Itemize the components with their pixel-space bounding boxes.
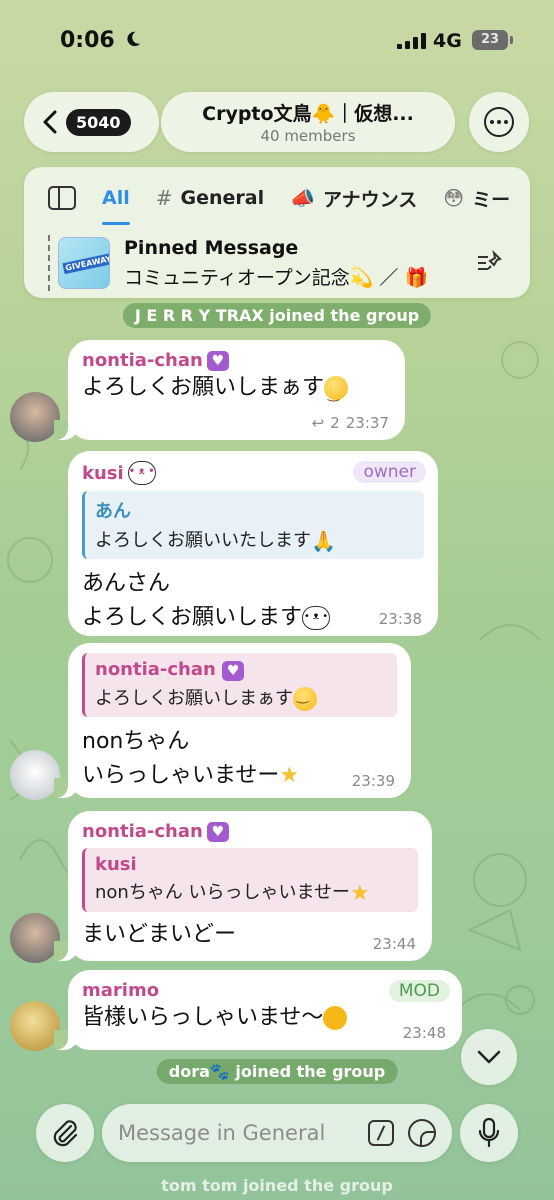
tab-label: アナウンス <box>323 188 418 211</box>
reply-quote[interactable]: あん よろしくお願いいたします🙏 <box>82 491 424 559</box>
bear-emoji-icon: • ᴥ • <box>302 606 331 630</box>
more-options-button[interactable] <box>469 92 529 152</box>
avatar[interactable] <box>10 750 60 800</box>
message-time: 23:48 <box>402 1024 446 1042</box>
mod-badge: MOD <box>388 980 450 1002</box>
chat-title-pill[interactable]: Crypto文鳥🐥｜仮想... 40 members <box>161 92 455 152</box>
paperclip-icon <box>53 1120 78 1147</box>
smile-emoji-icon <box>324 376 349 411</box>
heart-icon: ♥ <box>206 350 229 371</box>
pinned-text: コミュニティオープン記念💫 ／ 🎁 <box>124 267 429 289</box>
tab-announce[interactable]: 📣 アナウンス <box>290 167 417 229</box>
reply-sender: nontia-chan ♥ <box>95 659 387 681</box>
battery-tip <box>510 36 513 44</box>
pinned-message-bar[interactable]: GIVEAWAY Pinned Message コミュニティオープン記念💫 ／ … <box>24 229 530 298</box>
scroll-down-button[interactable] <box>461 1029 517 1085</box>
topics-sidebar-icon[interactable] <box>48 186 76 210</box>
message-text: よろしくお願いしまぁす <box>82 371 391 411</box>
microphone-button[interactable] <box>460 1104 518 1162</box>
reply-arrow-icon: ↩ <box>311 414 325 432</box>
pinned-list-icon[interactable] <box>476 249 504 277</box>
avatar[interactable] <box>10 913 60 963</box>
star-emoji-icon: ★ <box>350 880 370 906</box>
unread-count-badge: 5040 <box>66 108 131 136</box>
topic-tabs: All # General 📣 アナウンス 😳 ミー <box>24 167 530 229</box>
avatar[interactable] <box>10 392 60 442</box>
hash-icon: # <box>155 186 173 210</box>
sticker-icon[interactable] <box>408 1119 436 1147</box>
reply-sender: あん <box>95 501 131 522</box>
owner-badge: owner <box>353 461 426 483</box>
avatar[interactable] <box>10 1001 60 1051</box>
heart-icon: ♥ <box>206 821 229 842</box>
message-text: いらっしゃいませー★ <box>82 759 397 793</box>
smile-emoji-icon <box>293 687 317 711</box>
back-button[interactable]: 5040 <box>24 92 159 152</box>
sender-name[interactable]: nontia-chan ♥ <box>82 350 391 371</box>
commands-icon[interactable] <box>368 1120 394 1146</box>
reply-quote[interactable]: kusi nonちゃん いらっしゃいませー★ <box>82 848 418 912</box>
service-message-joined: dora🐾 joined the group <box>156 1059 398 1084</box>
pinned-thumbnail: GIVEAWAY <box>58 237 110 289</box>
tab-general[interactable]: # General <box>156 167 264 229</box>
hug-emoji-icon <box>323 1006 348 1030</box>
message-input[interactable] <box>118 1114 358 1152</box>
tab-mi[interactable]: 😳 ミー <box>443 167 510 229</box>
message-text: 皆様いらっしゃいませ〜 <box>82 1001 448 1035</box>
pinned-indicator <box>48 235 50 291</box>
message-time: 23:44 <box>372 935 416 953</box>
tab-label: ミー <box>472 188 511 211</box>
message-bubble[interactable]: nontia-chan♥ よろしくお願いしまぁす ↩ 2 23:37 <box>54 340 405 440</box>
topics-card: All # General 📣 アナウンス 😳 ミー GIVEAWAY Pinn… <box>24 167 530 298</box>
message-meta: ↩ 2 23:37 <box>312 414 389 432</box>
network-label: 4G <box>433 30 462 52</box>
status-time: 0:06 <box>60 28 115 53</box>
reply-sender: kusi <box>95 854 137 875</box>
reply-text: よろしくお願いしまぁす <box>95 684 387 711</box>
signal-icon <box>397 33 426 49</box>
tab-label: General <box>180 187 265 209</box>
message-bubble[interactable]: marimo MOD 皆様いらっしゃいませ〜 23:48 <box>54 970 462 1050</box>
tab-label: All <box>102 187 130 209</box>
message-input-pill <box>102 1104 452 1162</box>
service-message-joined: J E R R Y TRAX joined the group <box>122 303 432 328</box>
message-text: あんさん <box>82 571 171 596</box>
message-bubble[interactable]: nontia-chan ♥ kusi nonちゃん いらっしゃいませー★ まいどま… <box>54 811 432 961</box>
reply-text: nonちゃん いらっしゃいませー★ <box>95 880 370 906</box>
star-emoji-icon: ★ <box>279 763 300 788</box>
chevron-left-icon <box>43 110 57 134</box>
message-bubble[interactable]: kusi • ᴥ • owner あん よろしくお願いいたします🙏 あんさん よろ… <box>68 451 438 636</box>
microphone-icon <box>478 1117 500 1148</box>
message-text: まいどまいどー <box>82 921 237 947</box>
bear-emoji-icon: • ᴥ • <box>127 461 156 485</box>
reply-count[interactable]: 2 <box>330 414 340 432</box>
reply-text: よろしくお願いいたします🙏 <box>95 529 336 553</box>
sender-name[interactable]: nontia-chan ♥ <box>82 821 418 842</box>
heart-icon: ♥ <box>222 661 245 681</box>
message-time: 23:38 <box>378 610 422 628</box>
tab-all[interactable]: All <box>102 167 130 229</box>
message-time: 23:39 <box>351 772 395 790</box>
moon-icon <box>127 31 141 47</box>
reply-quote[interactable]: nontia-chan ♥ よろしくお願いしまぁす <box>82 653 397 717</box>
message-bubble[interactable]: nontia-chan ♥ よろしくお願いしまぁす nonちゃん いらっしゃいま… <box>54 643 411 798</box>
thumb-label: GIVEAWAY <box>62 252 109 275</box>
status-bar: 0:06 4G 23 <box>0 0 554 84</box>
battery-icon: 23 <box>472 30 508 50</box>
chat-title: Crypto文鳥🐥｜仮想... <box>202 103 414 125</box>
attach-button[interactable] <box>36 1104 94 1162</box>
pinned-title: Pinned Message <box>124 237 299 259</box>
message-text: よろしくお願いします • ᴥ • <box>82 605 331 630</box>
pray-emoji-icon: 🙏 <box>311 529 336 553</box>
megaphone-icon: 📣 <box>290 186 316 210</box>
flushed-face-icon: 😳 <box>443 186 465 210</box>
service-message-joined: tom tom joined the group <box>161 1176 393 1195</box>
chevron-down-icon <box>477 1050 501 1064</box>
message-text: nonちゃん <box>82 729 190 754</box>
more-icon <box>484 107 514 137</box>
members-count: 40 members <box>260 127 356 145</box>
message-time: 23:37 <box>345 414 389 432</box>
